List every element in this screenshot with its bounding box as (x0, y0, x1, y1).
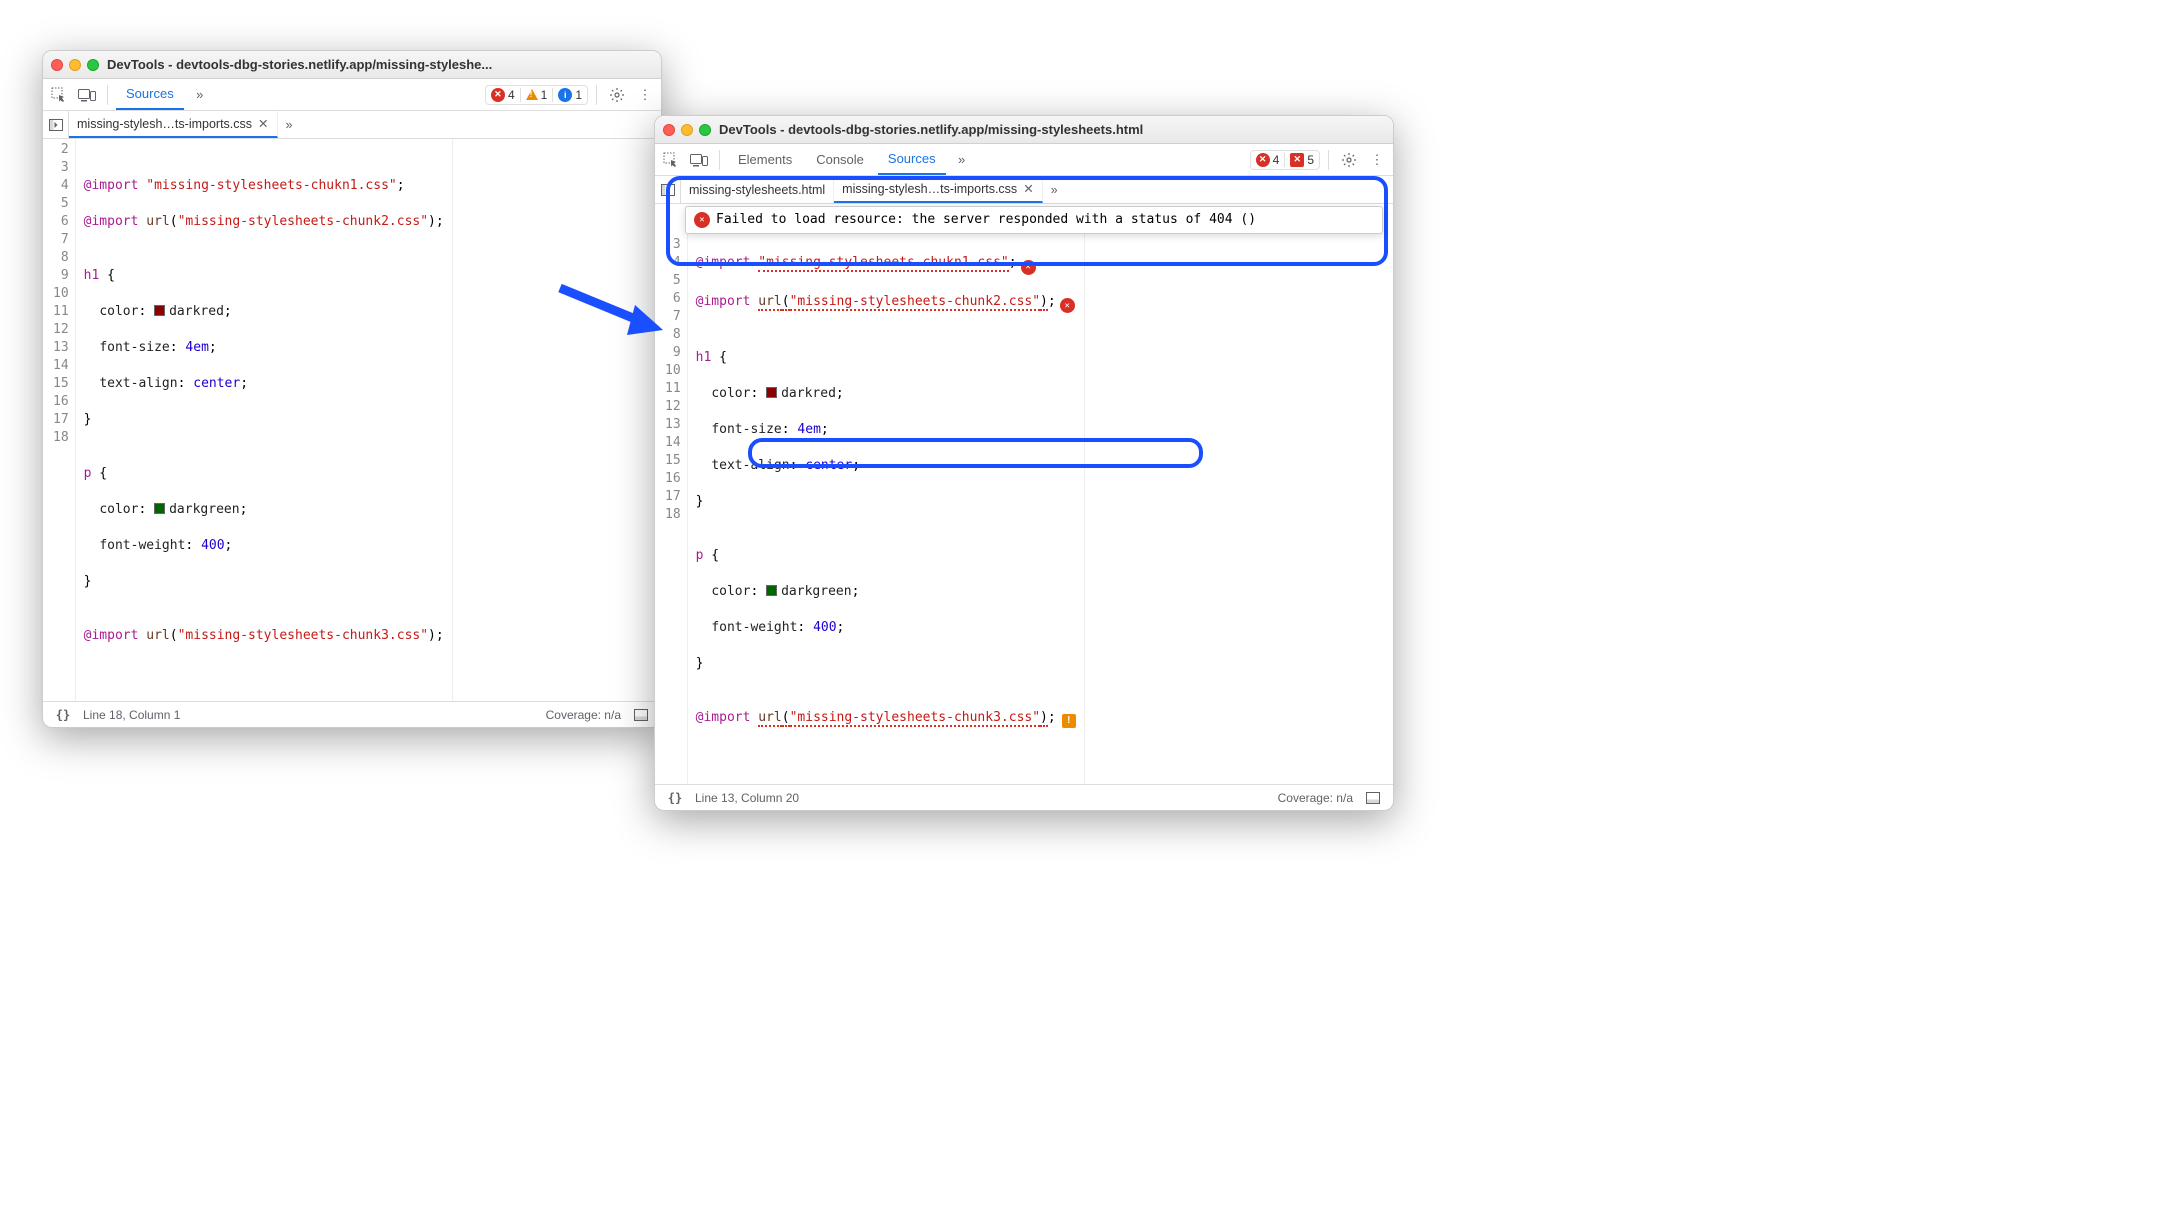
file-tab[interactable]: missing-stylesh…ts-imports.css ✕ (69, 111, 278, 138)
issues-badges[interactable]: ✕4 1 i1 (485, 85, 588, 105)
file-tab-label: missing-stylesh…ts-imports.css (77, 117, 252, 131)
file-tab-label: missing-stylesheets.html (689, 183, 825, 197)
window-titlebar: DevTools - devtools-dbg-stories.netlify.… (43, 51, 661, 79)
elements-tab[interactable]: Elements (728, 144, 802, 175)
issues-badges[interactable]: ✕4 ✕5 (1250, 150, 1320, 170)
line-warning-icon[interactable]: ! (1062, 714, 1076, 728)
device-toolbar-icon[interactable] (687, 148, 711, 172)
arrow-annotation (555, 280, 665, 345)
format-icon[interactable]: {} (663, 786, 687, 810)
inspect-element-icon[interactable] (47, 83, 71, 107)
warning-icon (526, 89, 538, 100)
error-icon: ✕ (1256, 153, 1270, 167)
error-icon: ✕ (694, 212, 710, 228)
cursor-position: Line 18, Column 1 (83, 708, 180, 722)
code-editor[interactable]: ✕ Failed to load resource: the server re… (655, 204, 1393, 784)
file-tab-label: missing-stylesh…ts-imports.css (842, 182, 1017, 196)
drawer-toggle-icon[interactable] (629, 703, 653, 727)
color-swatch-icon[interactable] (154, 503, 165, 514)
settings-gear-icon[interactable] (1337, 148, 1361, 172)
file-tab-css[interactable]: missing-stylesh…ts-imports.css ✕ (834, 176, 1043, 203)
maximize-window-button[interactable] (699, 124, 711, 136)
info-count: 1 (575, 88, 582, 102)
info-icon: i (558, 88, 572, 102)
format-icon[interactable]: {} (51, 703, 75, 727)
more-tabs-icon[interactable]: » (188, 83, 212, 107)
error-tooltip: ✕ Failed to load resource: the server re… (685, 206, 1383, 234)
console-tab[interactable]: Console (806, 144, 874, 175)
error-icon: ✕ (491, 88, 505, 102)
code-lines[interactable]: @import "missing-stylesheets-chukn1.css"… (688, 234, 1084, 784)
more-file-tabs-icon[interactable]: » (1043, 183, 1066, 197)
line-error-icon[interactable]: ✕ (1021, 260, 1036, 275)
sources-tab[interactable]: Sources (878, 144, 946, 175)
sources-tab[interactable]: Sources (116, 79, 184, 110)
drawer-toggle-icon[interactable] (1361, 786, 1385, 810)
close-tab-icon[interactable]: ✕ (1023, 181, 1033, 196)
color-swatch-icon[interactable] (154, 305, 165, 316)
inspect-element-icon[interactable] (659, 148, 683, 172)
device-toolbar-icon[interactable] (75, 83, 99, 107)
tooltip-text: Failed to load resource: the server resp… (716, 211, 1256, 229)
color-swatch-icon[interactable] (766, 585, 777, 596)
error-count: 4 (508, 88, 515, 102)
navigator-toggle-icon[interactable] (655, 176, 681, 203)
warning-count: 1 (541, 88, 548, 102)
line-gutter: 23456789101112131415161718 (43, 139, 76, 701)
kebab-menu-icon[interactable]: ⋮ (633, 83, 657, 107)
window-titlebar: DevTools - devtools-dbg-stories.netlify.… (655, 116, 1393, 144)
window-title: DevTools - devtools-dbg-stories.netlify.… (719, 122, 1143, 137)
more-tabs-icon[interactable]: » (950, 148, 974, 172)
code-lines[interactable]: @import "missing-stylesheets-chukn1.css"… (76, 139, 452, 701)
settings-gear-icon[interactable] (605, 83, 629, 107)
navigator-toggle-icon[interactable] (43, 111, 69, 138)
issue-count: 5 (1307, 153, 1314, 167)
issue-icon: ✕ (1290, 153, 1304, 167)
error-count: 4 (1273, 153, 1280, 167)
line-error-icon[interactable]: ✕ (1060, 298, 1075, 313)
close-window-button[interactable] (51, 59, 63, 71)
file-tab-html[interactable]: missing-stylesheets.html (681, 176, 834, 203)
coverage-label: Coverage: n/a (546, 708, 621, 722)
maximize-window-button[interactable] (87, 59, 99, 71)
minimize-window-button[interactable] (681, 124, 693, 136)
close-tab-icon[interactable]: ✕ (258, 116, 268, 131)
code-editor[interactable]: 23456789101112131415161718 @import "miss… (43, 139, 661, 701)
close-window-button[interactable] (663, 124, 675, 136)
minimize-window-button[interactable] (69, 59, 81, 71)
coverage-label: Coverage: n/a (1278, 791, 1353, 805)
kebab-menu-icon[interactable]: ⋮ (1365, 148, 1389, 172)
color-swatch-icon[interactable] (766, 387, 777, 398)
window-title: DevTools - devtools-dbg-stories.netlify.… (107, 57, 492, 72)
cursor-position: Line 13, Column 20 (695, 791, 799, 805)
more-file-tabs-icon[interactable]: » (278, 118, 301, 132)
